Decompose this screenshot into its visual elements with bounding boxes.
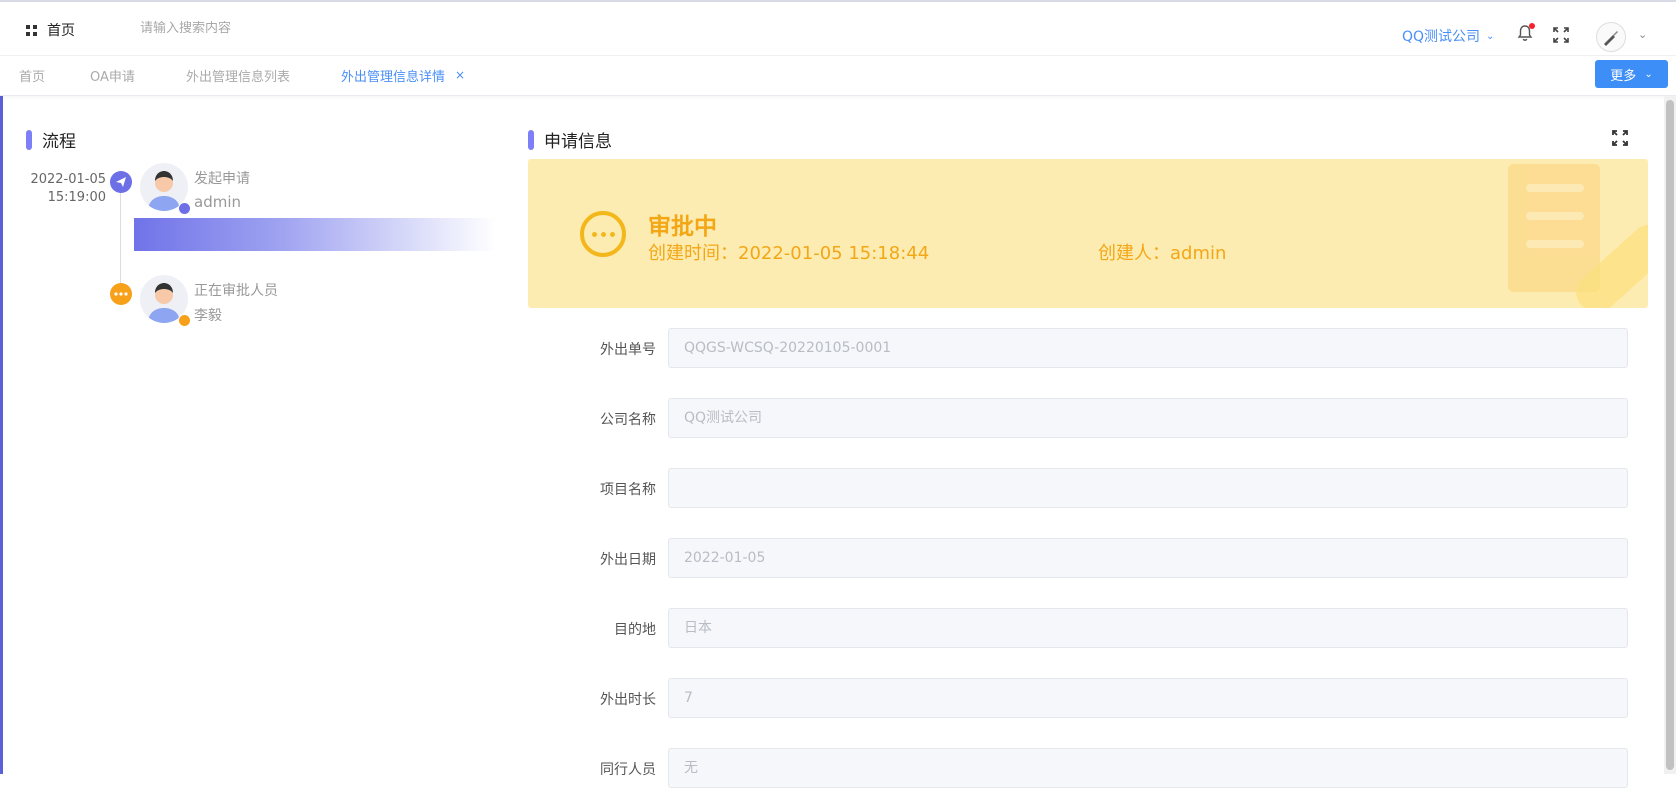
notification-bell-icon[interactable] bbox=[1516, 23, 1536, 44]
field-label: 外出日期 bbox=[600, 552, 656, 568]
top-bar: 首页 QQ测试公司 ⌄ ⌄ bbox=[0, 0, 1676, 56]
chevron-down-icon: ⌄ bbox=[1644, 68, 1653, 80]
form-row: 外出时长 7 bbox=[528, 678, 1648, 718]
tab-bar: 首页 OA申请 外出管理信息列表 外出管理信息详情 × bbox=[0, 56, 1676, 96]
order-number-field[interactable]: QQGS-WCSQ-20220105-0001 bbox=[668, 328, 1628, 368]
status-banner: 审批中 创建时间：2022-01-05 15:18:44 创建人：admin bbox=[528, 159, 1648, 308]
field-label: 外出时长 bbox=[600, 692, 656, 708]
home-link[interactable]: 首页 bbox=[26, 20, 75, 40]
fullscreen-icon[interactable] bbox=[1612, 130, 1628, 146]
tab-oa-apply[interactable]: OA申请 bbox=[90, 66, 135, 85]
window-edge bbox=[0, 0, 3, 774]
form-row: 公司名称 QQ测试公司 bbox=[528, 398, 1648, 438]
duration-field[interactable]: 7 bbox=[668, 678, 1628, 718]
apply-title: 申请信息 bbox=[528, 127, 612, 152]
form-row: 目的地 日本 bbox=[528, 608, 1648, 648]
document-illustration bbox=[1508, 164, 1600, 292]
apply-title-text: 申请信息 bbox=[544, 132, 612, 152]
tab-out-detail[interactable]: 外出管理信息详情 bbox=[341, 66, 445, 85]
grid-menu-icon bbox=[26, 24, 37, 36]
home-label: 首页 bbox=[47, 23, 75, 39]
step-action: 正在审批人员 bbox=[194, 283, 278, 299]
chevron-down-icon: ⌄ bbox=[1486, 30, 1495, 42]
step-date: 2022-01-05 bbox=[30, 172, 106, 187]
status-badge bbox=[178, 314, 191, 327]
form-row: 外出单号 QQGS-WCSQ-20220105-0001 bbox=[528, 328, 1648, 368]
tab-out-list[interactable]: 外出管理信息列表 bbox=[186, 66, 290, 85]
companions-field[interactable]: 无 bbox=[668, 748, 1628, 788]
form-row: 外出日期 2022-01-05 bbox=[528, 538, 1648, 578]
fullscreen-icon[interactable] bbox=[1553, 27, 1569, 43]
status-text: 审批中 bbox=[648, 214, 717, 240]
more-button[interactable]: 更多 ⌄ bbox=[1595, 60, 1668, 88]
notification-dot bbox=[1529, 23, 1535, 29]
user-menu-chevron-icon[interactable]: ⌄ bbox=[1638, 28, 1647, 41]
field-label: 项目名称 bbox=[600, 482, 656, 498]
search-input[interactable] bbox=[140, 21, 420, 36]
destination-field[interactable]: 日本 bbox=[668, 608, 1628, 648]
scrollbar[interactable] bbox=[1664, 96, 1676, 774]
step-time: 15:19:00 bbox=[47, 190, 106, 205]
form-row: 同行人员 无 bbox=[528, 748, 1648, 788]
close-icon[interactable]: × bbox=[455, 68, 465, 82]
creator: 创建人：admin bbox=[1098, 243, 1227, 264]
created-time: 创建时间：2022-01-05 15:18:44 bbox=[648, 243, 930, 264]
status-badge bbox=[178, 202, 191, 215]
send-icon bbox=[110, 171, 132, 193]
project-name-field[interactable] bbox=[668, 468, 1628, 508]
more-dots-icon bbox=[110, 283, 132, 305]
section-bar bbox=[26, 129, 32, 150]
field-label: 公司名称 bbox=[600, 412, 656, 428]
more-button-label: 更多 bbox=[1610, 68, 1637, 84]
user-avatar[interactable] bbox=[1596, 22, 1626, 52]
field-label: 外出单号 bbox=[600, 342, 656, 358]
pending-icon bbox=[580, 211, 626, 257]
step-datetime: 2022-01-05 15:19:00 bbox=[26, 171, 106, 207]
company-selector[interactable]: QQ测试公司 ⌄ bbox=[1402, 26, 1494, 46]
step-action: 发起申请 bbox=[194, 171, 250, 187]
field-label: 目的地 bbox=[614, 622, 656, 638]
step-progress-bar bbox=[134, 218, 496, 251]
section-bar bbox=[528, 129, 534, 150]
timeline-line bbox=[120, 190, 121, 290]
company-name-field[interactable]: QQ测试公司 bbox=[668, 398, 1628, 438]
tab-home[interactable]: 首页 bbox=[19, 66, 45, 85]
process-title-text: 流程 bbox=[42, 132, 76, 152]
field-label: 同行人员 bbox=[600, 762, 656, 778]
form-row: 项目名称 bbox=[528, 468, 1648, 508]
scrollbar-thumb[interactable] bbox=[1666, 100, 1674, 770]
company-label: QQ测试公司 bbox=[1402, 29, 1481, 45]
step-person: 李毅 bbox=[194, 308, 222, 324]
out-date-field[interactable]: 2022-01-05 bbox=[668, 538, 1628, 578]
step-person: admin bbox=[194, 193, 241, 211]
process-title: 流程 bbox=[26, 127, 76, 152]
